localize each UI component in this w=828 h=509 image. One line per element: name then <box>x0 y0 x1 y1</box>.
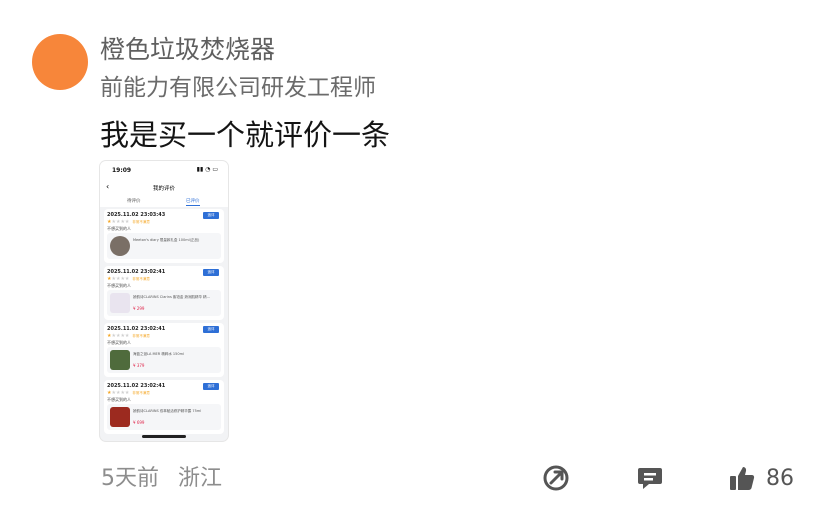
star-rating: ★★★★★ 非常不满意 <box>107 276 150 282</box>
product-row: Meeton's diary 限量款礼盒 100ml(正品) <box>107 233 221 259</box>
rating-text: 非常不满意 <box>132 334 150 338</box>
star-rating: ★★★★★ 非常不满意 <box>107 390 150 396</box>
product-name: Meeton's diary 限量款礼盒 100ml(正品) <box>133 238 200 242</box>
product-price: ¥ 299 <box>133 306 145 311</box>
post-time: 5天前 <box>101 466 159 491</box>
star-rating: ★★★★★ 非常不满意 <box>107 219 150 225</box>
product-row: 娇韵诗CLARINS Clarins 紫铂金 娇润肌精华 精… ¥ 299 <box>107 290 221 316</box>
like-button[interactable] <box>728 464 756 496</box>
phone-nav-bar: ‹ 我的评价 <box>100 181 228 195</box>
review-date: 2025.11.02 23:02:41 <box>107 383 166 389</box>
review-card: 2025.11.02 23:02:41 ★★★★★ 非常不满意 追评 不想买到的人… <box>104 266 224 320</box>
star-rating: ★★★★★ 非常不满意 <box>107 333 150 339</box>
review-date: 2025.11.02 23:03:43 <box>107 212 166 218</box>
product-row: 海蓝之谜LA MER 精粹水 150ml ¥ 379 <box>107 347 221 373</box>
tab-pending-review: 待评价 <box>127 199 141 204</box>
review-card: 2025.11.02 23:02:41 ★★★★★ 非常不满意 追评 不想买到的人… <box>104 323 224 377</box>
product-image <box>110 236 130 256</box>
product-image <box>110 350 130 370</box>
rating-text: 非常不满意 <box>132 277 150 281</box>
product-name: 娇韵诗CLARINS 双萃赋活修护精华露 75ml <box>133 409 202 413</box>
avatar[interactable] <box>32 34 88 90</box>
signal-wifi-battery-icon: ▮▮ ◔ ▭ <box>196 166 218 173</box>
tab-reviewed: 已评价 <box>186 199 200 204</box>
product-image <box>110 407 130 427</box>
product-price: ¥ 699 <box>133 420 145 425</box>
status-time: 19:09 <box>112 167 132 174</box>
share-icon <box>543 465 569 491</box>
follow-up-review-button: 追评 <box>203 326 219 333</box>
phone-nav-title: 我的评价 <box>152 186 175 192</box>
product-price: ¥ 379 <box>133 363 145 368</box>
review-note: 不想买到的人 <box>107 283 131 288</box>
review-date: 2025.11.02 23:02:41 <box>107 326 166 332</box>
product-name: 娇韵诗CLARINS Clarins 紫铂金 娇润肌精华 精… <box>133 295 211 299</box>
post-location: 浙江 <box>178 466 223 491</box>
phone-status-bar: 19:09 ▮▮ ◔ ▭ <box>100 161 228 181</box>
review-note: 不想买到的人 <box>107 226 131 231</box>
thumbs-up-icon <box>730 467 755 490</box>
review-note: 不想买到的人 <box>107 397 131 402</box>
product-name: 海蓝之谜LA MER 精粹水 150ml <box>133 352 184 356</box>
comment-icon <box>638 468 662 489</box>
product-image <box>110 293 130 313</box>
product-row: 娇韵诗CLARINS 双萃赋活修护精华露 75ml ¥ 699 <box>107 404 221 430</box>
review-date: 2025.11.02 23:02:41 <box>107 269 166 275</box>
review-note: 不想买到的人 <box>107 340 131 345</box>
user-title: 前能力有限公司研发工程师 <box>100 75 376 101</box>
attached-screenshot[interactable]: 19:09 ▮▮ ◔ ▭ ‹ 我的评价 待评价 已评价 2025.11.02 2… <box>100 161 228 441</box>
follow-up-review-button: 追评 <box>203 383 219 390</box>
review-card: 2025.11.02 23:02:41 ★★★★★ 非常不满意 追评 不想买到的人… <box>104 380 224 434</box>
home-indicator <box>142 435 186 438</box>
user-name[interactable]: 橙色垃圾焚烧器 <box>100 30 275 66</box>
follow-up-review-button: 追评 <box>203 269 219 276</box>
follow-up-review-button: 追评 <box>203 212 219 219</box>
reply-button[interactable] <box>636 464 664 496</box>
phone-tabs: 待评价 已评价 <box>100 195 228 207</box>
comment-text: 我是买一个就评价一条 <box>100 118 391 152</box>
rating-text: 非常不满意 <box>132 391 150 395</box>
active-tab-indicator <box>186 205 200 206</box>
review-card: 2025.11.02 23:03:43 ★★★★★ 非常不满意 追评 不想买到的人… <box>104 209 224 263</box>
rating-text: 非常不满意 <box>132 220 150 224</box>
like-count: 86 <box>766 466 794 491</box>
share-button[interactable] <box>542 464 570 496</box>
